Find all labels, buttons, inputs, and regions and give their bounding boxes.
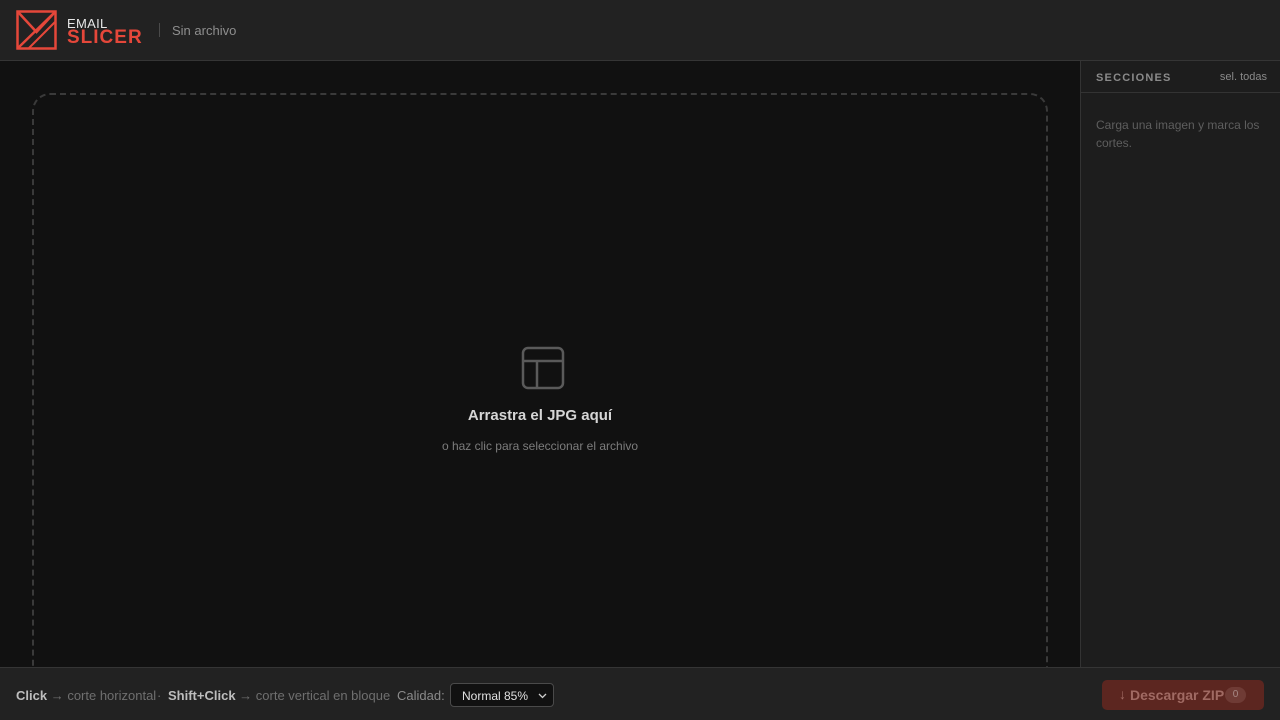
hint-shift-action: → corte vertical en bloque (239, 688, 391, 703)
sections-sidebar: SECCIONES sel. todas Carga una imagen y … (1080, 61, 1280, 667)
hint-click-action: → corte horizontal (50, 688, 157, 703)
layout-icon (521, 346, 565, 390)
file-dropzone[interactable]: Arrastra el JPG aquí o haz clic para sel… (32, 93, 1048, 713)
hint-click-key: Click (16, 688, 48, 703)
download-zip-label: Descargar ZIP (1130, 687, 1225, 703)
select-all-link[interactable]: sel. todas (1220, 71, 1267, 83)
sidebar-empty-message: Carga una imagen y marca los cortes. (1096, 118, 1260, 150)
hint-shift-key: Shift+Click (168, 688, 236, 703)
download-arrow-icon: ↓ (1119, 686, 1126, 702)
dropzone-title: Arrastra el JPG aquí (467, 407, 613, 424)
chevron-down-icon (538, 693, 547, 699)
sidebar-title: SECCIONES (1096, 72, 1172, 84)
header-divider (159, 23, 160, 37)
app-header: EMAIL SLICER Sin archivo (0, 0, 1280, 61)
logo-text-slicer: SLICER (67, 27, 143, 48)
sidebar-header: SECCIONES sel. todas (1081, 61, 1280, 93)
quality-select[interactable]: Normal 85% (450, 683, 554, 707)
quality-label: Calidad: (397, 688, 445, 703)
file-name: Sin archivo (172, 23, 237, 38)
quality-select-value: Normal 85% (462, 689, 529, 703)
download-count-badge: 0 (1225, 687, 1246, 703)
app-footer: Click → corte horizontal · Shift+Click →… (0, 667, 1280, 720)
hint-click: Click → corte horizontal (16, 688, 156, 703)
envelope-logo-icon (16, 10, 57, 50)
dropzone-subtitle: o haz clic para seleccionar el archivo (441, 439, 639, 453)
hint-shift-click: Shift+Click → corte vertical en bloque (168, 688, 390, 703)
app-logo: EMAIL SLICER (16, 10, 148, 50)
hint-separator: · (157, 688, 162, 703)
canvas-area: Arrastra el JPG aquí o haz clic para sel… (0, 61, 1080, 713)
download-zip-button[interactable]: ↓ Descargar ZIP 0 (1102, 680, 1264, 710)
